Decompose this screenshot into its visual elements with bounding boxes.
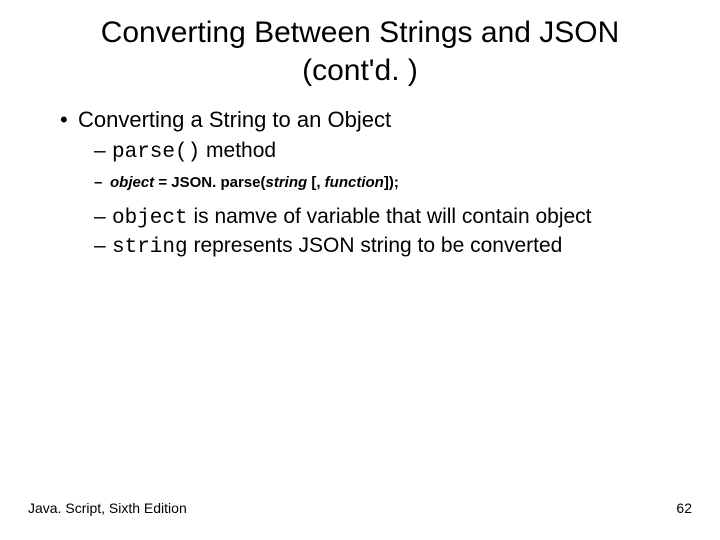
bullet-dot-icon: • [60,107,78,133]
bullet-level-2-string-desc: –string represents JSON string to be con… [36,230,684,259]
bullet-level-1: •Converting a String to an Object [36,107,684,133]
dash-icon: – [94,139,112,163]
code-parse: parse() [112,141,200,164]
footer-page-number: 62 [676,500,692,516]
text-string-desc: represents JSON string to be converted [188,234,563,257]
lvl1-text: Converting a String to an Object [78,107,391,132]
title-line-2: (cont'd. ) [302,54,418,87]
dash-icon: – [94,234,112,258]
bullet-level-2-parse: –parse() method [36,133,684,164]
title-line-1: Converting Between Strings and JSON [101,16,620,49]
text-method: method [200,139,276,162]
code-object: object [112,207,188,230]
dash-icon: – [94,174,110,191]
syntax-string: string [266,174,308,191]
syntax-function: function [325,174,384,191]
slide: Converting Between Strings and JSON (con… [0,0,720,540]
syntax-mid2: [, [307,174,325,191]
bullet-level-2-syntax: –object = JSON. parse(string [, function… [36,164,684,191]
slide-title: Converting Between Strings and JSON (con… [0,0,720,89]
footer-book-title: Java. Script, Sixth Edition [28,500,187,516]
code-string: string [112,236,188,259]
bullet-level-2-object-desc: –object is namve of variable that will c… [36,191,684,230]
syntax-end: ]); [384,174,399,191]
text-object-desc: is namve of variable that will contain o… [188,205,592,228]
syntax-object: object [110,174,154,191]
slide-body: •Converting a String to an Object –parse… [0,89,720,259]
syntax-mid1: = JSON. parse( [154,174,265,191]
dash-icon: – [94,205,112,229]
